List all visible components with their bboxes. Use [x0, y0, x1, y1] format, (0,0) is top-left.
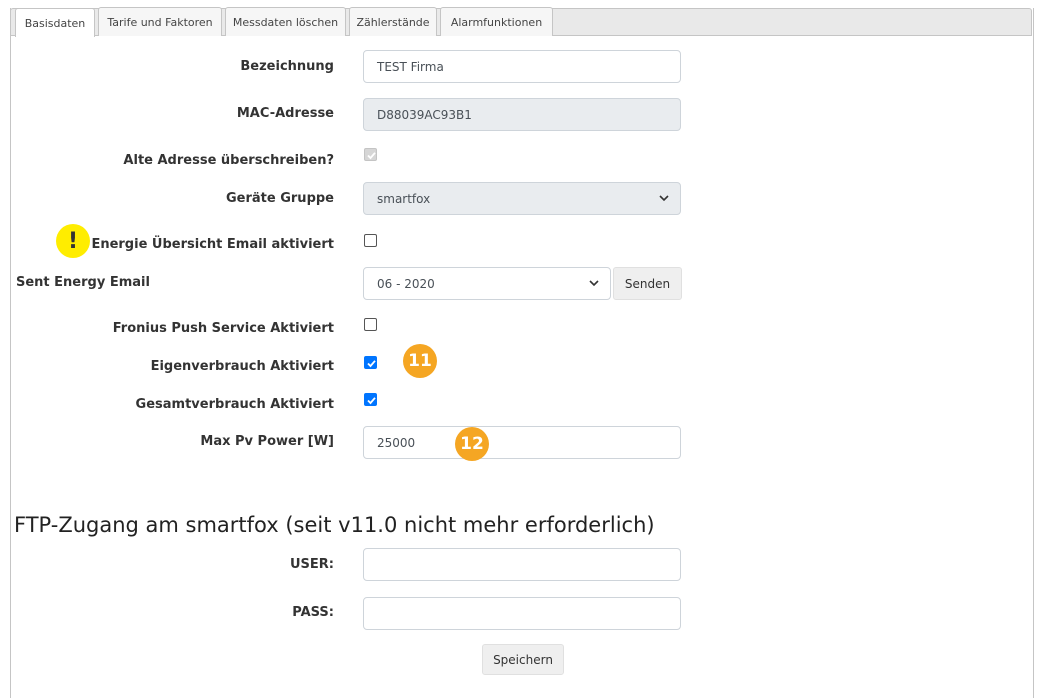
ftp-user-input[interactable]	[363, 548, 681, 581]
energy-email-checkbox[interactable]	[364, 234, 377, 247]
sent-energy-month-select[interactable]: 06 - 2020	[363, 267, 611, 300]
tab-zaehlerstaende[interactable]: Zählerstände	[349, 7, 437, 36]
gesamtverbrauch-label: Gesamtverbrauch Aktiviert	[135, 397, 334, 412]
sent-energy-month-value: 06 - 2020	[377, 276, 435, 291]
ftp-user-label: USER:	[289, 557, 334, 572]
ftp-pass-label: PASS:	[292, 605, 334, 620]
mac-address-label: MAC-Adresse	[236, 106, 334, 121]
save-button[interactable]: Speichern	[482, 644, 564, 675]
device-group-value: smartfox	[377, 191, 431, 206]
tab-messdaten-loeschen[interactable]: Messdaten löschen	[225, 7, 346, 36]
mac-address-input: D88039AC93B1	[363, 98, 681, 131]
bezeichnung-input[interactable]: TEST Firma	[363, 50, 681, 83]
eigenverbrauch-label: Eigenverbrauch Aktiviert	[150, 359, 334, 374]
annotation-badge-12: 12	[455, 427, 489, 461]
send-button[interactable]: Senden	[613, 267, 682, 300]
fronius-push-label: Fronius Push Service Aktiviert	[112, 321, 334, 336]
gesamtverbrauch-checkbox[interactable]	[364, 393, 377, 406]
fronius-push-checkbox[interactable]	[364, 318, 377, 331]
ftp-pass-input[interactable]	[363, 597, 681, 630]
eigenverbrauch-checkbox[interactable]	[364, 356, 377, 369]
overwrite-address-label: Alte Adresse überschreiben?	[123, 153, 334, 168]
bezeichnung-label: Bezeichnung	[240, 59, 334, 74]
tab-alarmfunktionen[interactable]: Alarmfunktionen	[440, 7, 553, 36]
tab-basisdaten[interactable]: Basisdaten	[15, 8, 95, 37]
device-group-select[interactable]: smartfox	[363, 182, 681, 215]
sent-energy-email-label: Sent Energy Email	[16, 275, 150, 290]
chevron-down-icon	[659, 195, 669, 202]
device-group-label: Geräte Gruppe	[226, 191, 334, 206]
max-pv-power-label: Max Pv Power [W]	[200, 434, 334, 449]
energy-email-label: Energie Übersicht Email aktiviert	[91, 237, 334, 252]
ftp-heading: FTP-Zugang am smartfox (seit v11.0 nicht…	[14, 513, 655, 537]
max-pv-power-input[interactable]: 25000	[363, 426, 681, 459]
chevron-down-icon	[589, 280, 599, 287]
overwrite-address-checkbox	[364, 148, 377, 161]
tab-tarife-und-faktoren[interactable]: Tarife und Faktoren	[98, 7, 222, 36]
annotation-badge-11: 11	[403, 344, 437, 378]
